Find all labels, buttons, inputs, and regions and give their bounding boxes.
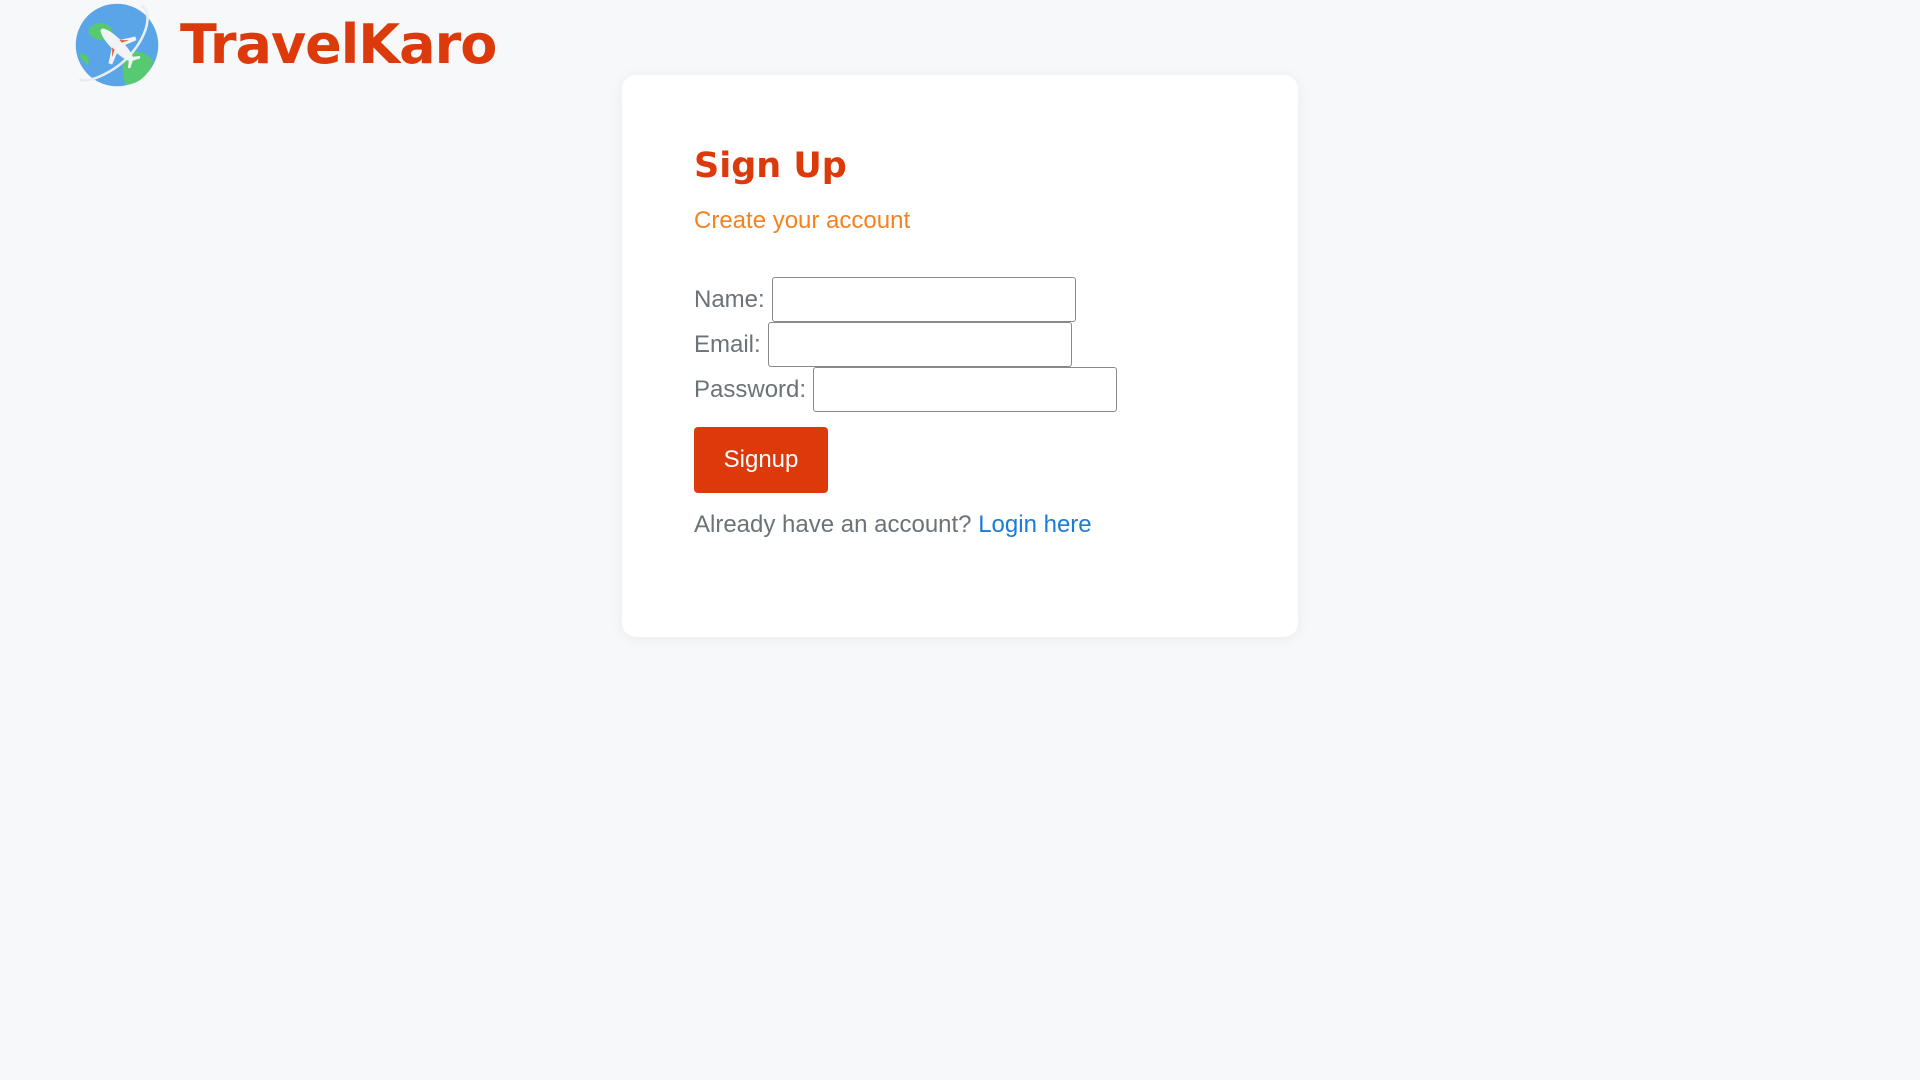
name-label: Name:: [694, 285, 765, 313]
page-title: Sign Up: [694, 146, 847, 186]
password-row: Password:: [694, 367, 1226, 412]
signup-card: Sign Up Create your account Name: Email:…: [622, 75, 1298, 637]
email-field[interactable]: [767, 322, 1072, 367]
signup-button[interactable]: Signup: [694, 427, 828, 493]
page-subtitle: Create your account: [694, 207, 911, 234]
site-header: TravelKaro: [74, 2, 497, 88]
login-prompt-line: Already have an account? Login here: [694, 511, 1226, 539]
email-row: Email:: [694, 322, 1226, 367]
globe-airplane-icon[interactable]: [74, 2, 160, 88]
name-field[interactable]: [771, 277, 1076, 322]
password-label: Password:: [694, 375, 807, 403]
login-link[interactable]: Login here: [978, 511, 1091, 538]
signup-form: Name: Email: Password: Signup: [694, 277, 1226, 493]
name-row: Name:: [694, 277, 1226, 322]
password-field[interactable]: [813, 367, 1118, 412]
brand-name[interactable]: TravelKaro: [180, 18, 497, 72]
login-prompt-text: Already have an account?: [694, 511, 972, 538]
email-label: Email:: [694, 330, 761, 358]
